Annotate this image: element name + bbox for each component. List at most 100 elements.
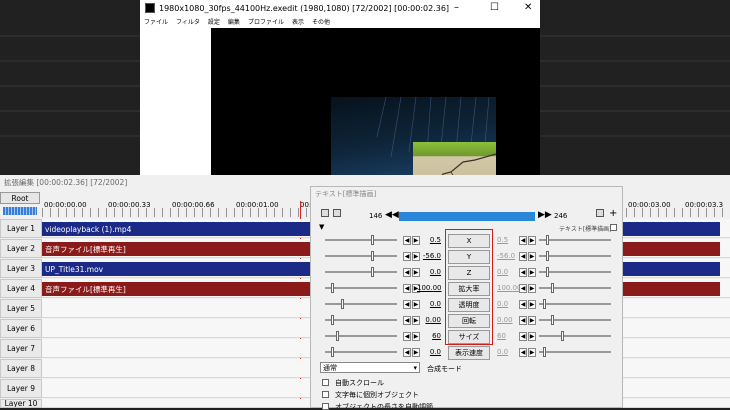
minimize-button[interactable]: – bbox=[454, 2, 459, 14]
layer-4-label[interactable]: Layer 4 bbox=[0, 279, 42, 298]
param-end-value[interactable]: 0.00 bbox=[497, 316, 513, 324]
param-knob-left[interactable] bbox=[341, 299, 344, 309]
menu-profile[interactable]: プロファイル bbox=[248, 17, 284, 26]
timeline-title: 拡張編集 [00:00:02.36] [72/2002] bbox=[4, 178, 128, 187]
param-stepper-right[interactable]: ◀ ▶ bbox=[519, 316, 536, 325]
param-track-right[interactable] bbox=[539, 287, 611, 289]
frame-end: 246 bbox=[554, 212, 568, 220]
preview-canvas bbox=[211, 28, 540, 188]
param-stepper-right[interactable]: ◀ ▶ bbox=[519, 236, 536, 245]
param-stepper-right[interactable]: ◀ ▶ bbox=[519, 268, 536, 277]
param-stepper-right[interactable]: ◀ ▶ bbox=[519, 284, 536, 293]
param-knob-left[interactable] bbox=[336, 331, 339, 341]
tick-label: 00:00:03.00 bbox=[628, 201, 671, 209]
param-start-value[interactable]: 0.0 bbox=[417, 268, 441, 276]
param-end-value[interactable]: 0.0 bbox=[497, 300, 508, 308]
param-start-value[interactable]: 0.0 bbox=[417, 300, 441, 308]
param-knob-right[interactable] bbox=[543, 299, 546, 309]
layer-2-label[interactable]: Layer 2 bbox=[0, 239, 42, 258]
param-start-value[interactable]: 60 bbox=[417, 332, 441, 340]
param-knob-left[interactable] bbox=[331, 347, 334, 357]
param-knob-left[interactable] bbox=[331, 283, 334, 293]
param-track-left[interactable] bbox=[325, 255, 397, 257]
object-caption: テキスト[標準描画] bbox=[559, 226, 612, 233]
layer-8-label[interactable]: Layer 8 bbox=[0, 359, 42, 378]
rewind-icon[interactable]: ◀◀ bbox=[385, 210, 399, 220]
param-stepper-right[interactable]: ◀ ▶ bbox=[519, 348, 536, 357]
menu-settings[interactable]: 設定 bbox=[208, 17, 220, 26]
menu-file[interactable]: ファイル bbox=[144, 17, 168, 26]
param-knob-right[interactable] bbox=[546, 251, 549, 261]
layer-7-label[interactable]: Layer 7 bbox=[0, 339, 42, 358]
layer-1-label[interactable]: Layer 1 bbox=[0, 219, 42, 238]
param-start-value[interactable]: 0.0 bbox=[417, 348, 441, 356]
param-track-right[interactable] bbox=[539, 255, 611, 257]
layer-5-label[interactable]: Layer 5 bbox=[0, 299, 42, 318]
layer-6-label[interactable]: Layer 6 bbox=[0, 319, 42, 338]
param-track-left[interactable] bbox=[325, 239, 397, 241]
menu-view[interactable]: 表示 bbox=[292, 17, 304, 26]
param-stepper-right[interactable]: ◀ ▶ bbox=[519, 300, 536, 309]
param-knob-left[interactable] bbox=[371, 251, 374, 261]
param-track-left[interactable] bbox=[325, 319, 397, 321]
layer-10-label[interactable]: Layer 10 bbox=[0, 399, 42, 408]
next-keyframe-icon[interactable] bbox=[333, 209, 341, 217]
preview-title: 1980x1080_30fps_44100Hz.exedit (1980,108… bbox=[159, 3, 450, 13]
object-enable-checkbox[interactable] bbox=[610, 224, 617, 231]
param-start-value[interactable]: -56.0 bbox=[417, 252, 441, 260]
forward-icon[interactable]: ▶▶ bbox=[538, 210, 552, 220]
per-character-checkbox[interactable] bbox=[322, 391, 329, 398]
param-stepper-right[interactable]: ◀ ▶ bbox=[519, 332, 536, 341]
app-icon bbox=[145, 3, 155, 13]
param-track-right[interactable] bbox=[539, 303, 611, 305]
param-track-left[interactable] bbox=[325, 271, 397, 273]
param-knob-left[interactable] bbox=[371, 267, 374, 277]
root-button[interactable]: Root bbox=[0, 192, 40, 204]
param-knob-left[interactable] bbox=[371, 235, 374, 245]
frame-range-bar[interactable] bbox=[399, 212, 535, 221]
param-button[interactable]: 表示速度 bbox=[448, 346, 490, 360]
param-end-value[interactable]: 0.0 bbox=[497, 348, 508, 356]
object-settings-panel: テキスト[標準描画] 146 ◀◀ ▶▶ 246 + ▼ テキスト[標準描画] … bbox=[310, 186, 623, 410]
param-track-right[interactable] bbox=[539, 351, 611, 353]
param-track-right[interactable] bbox=[539, 319, 611, 321]
close-button[interactable]: ✕ bbox=[524, 2, 532, 14]
collapse-icon[interactable]: ▼ bbox=[319, 223, 324, 231]
param-knob-right[interactable] bbox=[543, 347, 546, 357]
param-knob-right[interactable] bbox=[546, 235, 549, 245]
auto-length-checkbox[interactable] bbox=[322, 403, 329, 410]
param-knob-right[interactable] bbox=[551, 283, 554, 293]
blend-mode-select[interactable]: 通常 ▾ bbox=[320, 362, 420, 373]
add-filter-icon[interactable]: + bbox=[609, 208, 617, 219]
menu-other[interactable]: その他 bbox=[312, 17, 330, 26]
param-knob-right[interactable] bbox=[561, 331, 564, 341]
param-end-value[interactable]: 0.0 bbox=[497, 268, 508, 276]
param-start-value[interactable]: 100.00 bbox=[417, 284, 442, 292]
param-start-value[interactable]: 0.00 bbox=[417, 316, 441, 324]
param-end-value[interactable]: 100.00 bbox=[497, 284, 522, 292]
layer-9-label[interactable]: Layer 9 bbox=[0, 379, 42, 398]
param-track-right[interactable] bbox=[539, 271, 611, 273]
param-stepper-right[interactable]: ◀ ▶ bbox=[519, 252, 536, 261]
tick-label: 00:00:00.00 bbox=[44, 201, 87, 209]
param-track-right[interactable] bbox=[539, 239, 611, 241]
auto-scroll-checkbox[interactable] bbox=[322, 379, 329, 386]
param-end-value[interactable]: 0.5 bbox=[497, 236, 508, 244]
menu-filter[interactable]: フィルタ bbox=[176, 17, 200, 26]
param-end-value[interactable]: 60 bbox=[497, 332, 506, 340]
param-knob-right[interactable] bbox=[546, 267, 549, 277]
param-start-value[interactable]: 0.5 bbox=[417, 236, 441, 244]
layer-3-label[interactable]: Layer 3 bbox=[0, 259, 42, 278]
menu-edit[interactable]: 編集 bbox=[228, 17, 240, 26]
param-end-value[interactable]: -56.0 bbox=[497, 252, 515, 260]
param-track-left[interactable] bbox=[325, 351, 397, 353]
param-knob-left[interactable] bbox=[331, 315, 334, 325]
param-track-right[interactable] bbox=[539, 335, 611, 337]
param-track-left[interactable] bbox=[325, 287, 397, 289]
maximize-button[interactable]: ☐ bbox=[490, 2, 499, 14]
param-knob-right[interactable] bbox=[551, 315, 554, 325]
prev-keyframe-icon[interactable] bbox=[321, 209, 329, 217]
scale-meter[interactable] bbox=[3, 207, 37, 215]
camera-icon[interactable] bbox=[596, 209, 604, 217]
param-track-left[interactable] bbox=[325, 303, 397, 305]
